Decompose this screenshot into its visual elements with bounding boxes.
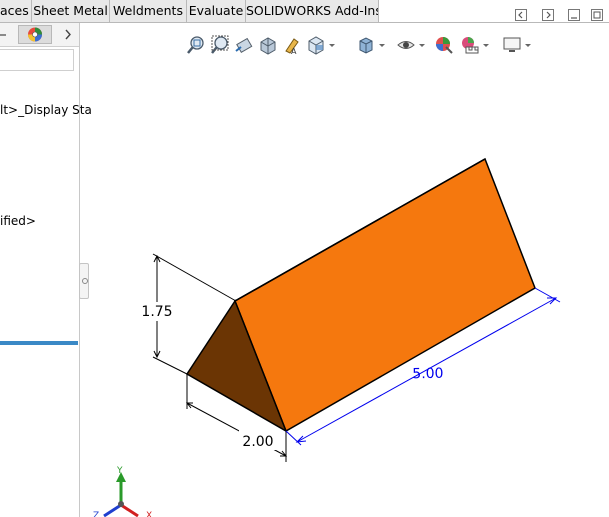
triad-y-label: Y: [116, 466, 123, 476]
dimension-length-label: 5.00: [412, 366, 443, 383]
dimension-height-label: 1.75: [141, 304, 172, 320]
reference-triad: Y Z X: [93, 466, 152, 517]
prism-sloped-face: [234, 157, 536, 433]
graphics-viewport[interactable]: 1.75 2.00 5.00 Y Z X: [0, 0, 609, 517]
triad-x-label: X: [146, 511, 152, 517]
dimension-width-label: 2.00: [242, 434, 273, 450]
triad-z-label: Z: [93, 511, 99, 517]
